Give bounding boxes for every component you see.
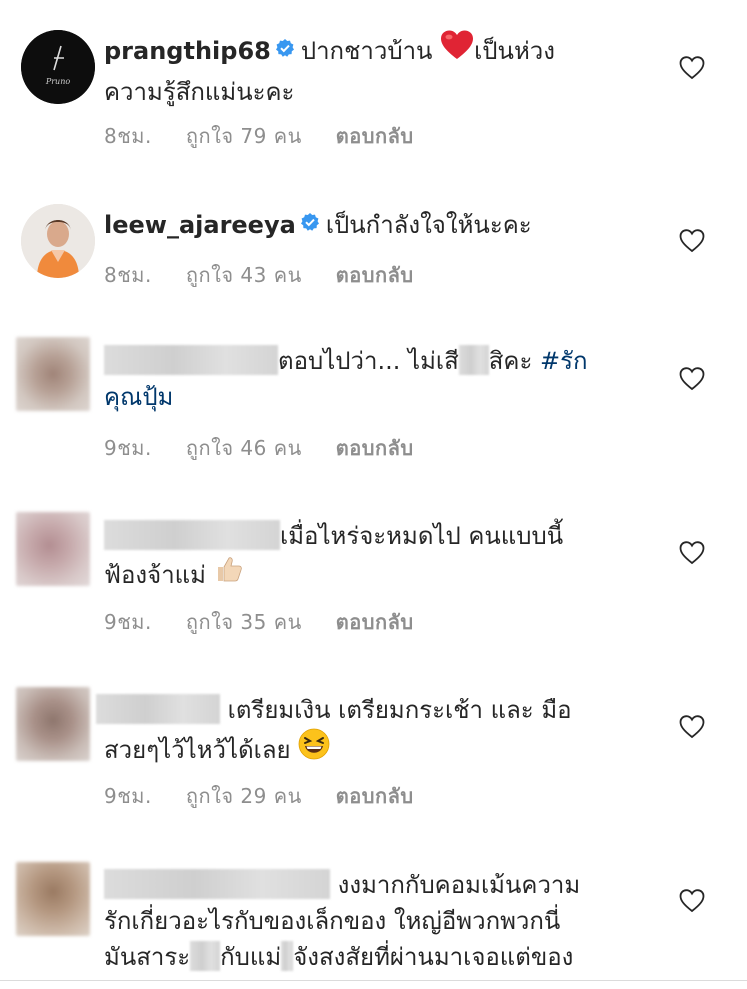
avatar[interactable] [16,337,90,411]
comment-body-line3b: กับแม่ [220,943,282,971]
hashtag-link-cont[interactable]: คุณปุ้ม [104,383,173,411]
comment-meta: 9ชม. ถูกใจ 35 คน ตอบกลับ [104,606,414,638]
timestamp: 9ชม. [104,610,152,634]
like-heart-icon[interactable] [679,888,705,914]
timestamp: 8ชม. [104,263,152,287]
comment-body: ตอบไปว่า... ไม่เสี [278,347,459,375]
comment-body: เมื่อไหร่จะหมดไป คนแบบนี้ [280,522,564,550]
username[interactable]: leew_ajareeya [104,211,296,239]
thumbs-up-icon [214,554,244,594]
like-heart-icon[interactable] [679,228,705,254]
comment-text: งงมากกับคอมเม้นความ รักเกี่ยวอะไรกับของเ… [104,867,664,975]
comment-text: เตรียมเงิน เตรียมกระเช้า และ มือ สวยๆไว้… [96,692,616,774]
comment-body-line3c: จังสงสัยที่ผ่านมาเจอแต่ของ [293,943,574,971]
comment-body: ปากชาวบ้าน [300,37,433,65]
redacted-text [190,941,221,971]
like-count[interactable]: ถูกใจ 46 คน [186,432,302,464]
comment-body-line2: ฟ้องจ้าแม่ [104,561,206,589]
brand-logo-icon: Pruno [21,30,95,104]
like-count[interactable]: ถูกใจ 79 คน [186,120,302,152]
redacted-text [458,345,489,375]
bottom-divider [0,980,747,981]
comment-body: เป็นกำลังใจให้นะคะ [325,211,532,239]
avatar[interactable] [16,512,90,586]
redacted-username [104,520,280,550]
comment-text: เมื่อไหร่จะหมดไป คนแบบนี้ ฟ้องจ้าแม่ [104,518,624,598]
comment-meta: 9ชม. ถูกใจ 29 คน ตอบกลับ [104,780,414,812]
comment-body: งงมากกับคอมเม้นความ [337,871,581,899]
comment-body: เตรียมเงิน เตรียมกระเช้า และ มือ [227,696,572,724]
comment-body-line2: ความรู้สึกแม่นะคะ [104,78,295,106]
svg-text:Pruno: Pruno [45,77,71,86]
timestamp: 9ชม. [104,784,152,808]
comment-body-cont: สิคะ [488,347,533,375]
comment-text: ตอบไปว่า... ไม่เสี สิคะ #รัก คุณปุ้ม [104,343,624,415]
comment-meta: 9ชม. ถูกใจ 46 คน ตอบกลับ [104,432,414,464]
redacted-text [281,941,294,971]
comment-meta: 8ชม. ถูกใจ 79 คน ตอบกลับ [104,120,414,152]
like-heart-icon[interactable] [679,540,705,566]
hashtag-link[interactable]: #รัก [540,347,588,375]
comment-body-line2: รักเกี่ยวอะไรกับของเล็กของ ใหญ่อีพวกพวกน… [104,907,561,935]
like-count[interactable]: ถูกใจ 43 คน [186,259,302,291]
reply-button[interactable]: ตอบกลับ [336,606,414,638]
username[interactable]: prangthip68 [104,37,271,65]
redacted-username [96,694,220,724]
verified-badge-icon [275,32,295,68]
like-heart-icon[interactable] [679,366,705,392]
comment-text: prangthip68 ปากชาวบ้าน เป็นห่วง ความรู้สึ… [104,30,624,110]
avatar[interactable] [16,687,90,761]
timestamp: 8ชม. [104,124,152,148]
red-heart-icon [440,30,474,70]
avatar[interactable]: Pruno [21,30,95,104]
like-count[interactable]: ถูกใจ 29 คน [186,780,302,812]
verified-badge-icon [300,206,320,242]
redacted-username [104,345,278,375]
comment-text: leew_ajareeya เป็นกำลังใจให้นะคะ [104,206,624,246]
avatar[interactable] [21,204,95,278]
reply-button[interactable]: ตอบกลับ [336,120,414,152]
reply-button[interactable]: ตอบกลับ [336,780,414,812]
timestamp: 9ชม. [104,436,152,460]
comment-body-cont: เป็นห่วง [474,37,555,65]
comment-body-line3a: มันสาระ [104,943,191,971]
like-count[interactable]: ถูกใจ 35 คน [186,606,302,638]
like-heart-icon[interactable] [679,714,705,740]
redacted-username [104,869,330,899]
grinning-squinting-face-icon [298,728,330,770]
comment-meta: 8ชม. ถูกใจ 43 คน ตอบกลับ [104,259,414,291]
reply-button[interactable]: ตอบกลับ [336,259,414,291]
reply-button[interactable]: ตอบกลับ [336,432,414,464]
like-heart-icon[interactable] [679,55,705,81]
comment-body-line2: สวยๆไว้ไหว้ได้เลย [104,736,291,764]
avatar[interactable] [16,862,90,936]
